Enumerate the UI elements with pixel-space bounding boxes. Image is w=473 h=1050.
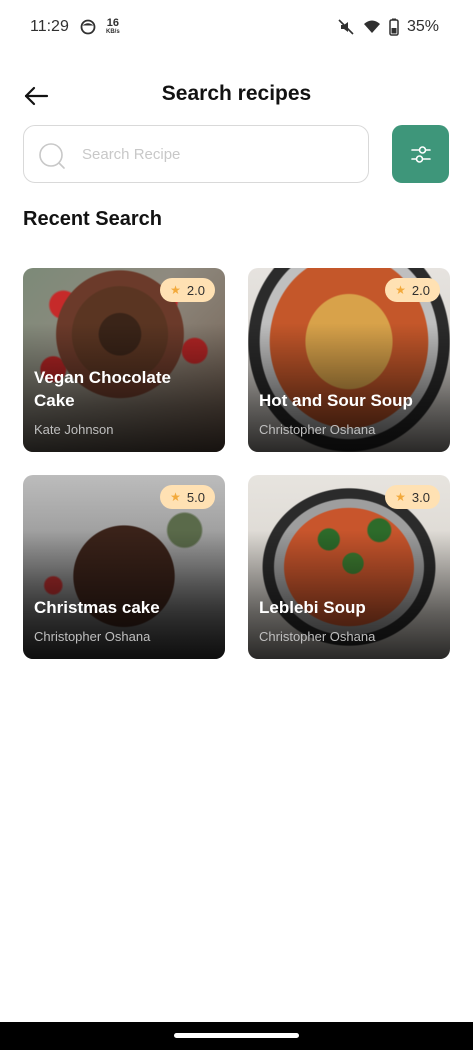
star-icon: ★ — [170, 283, 181, 297]
recent-search-title: Recent Search — [23, 208, 162, 230]
search-input[interactable] — [82, 140, 352, 168]
system-nav-bar — [0, 1022, 473, 1050]
recipe-title: Leblebi Soup — [259, 598, 366, 617]
mute-icon — [338, 19, 354, 35]
star-icon: ★ — [395, 283, 406, 297]
rating-value: 2.0 — [186, 282, 205, 298]
filter-button[interactable] — [392, 125, 449, 183]
rating-value: 2.0 — [411, 282, 430, 298]
rating-badge: ★ 5.0 — [160, 485, 215, 509]
face-icon — [80, 19, 96, 35]
recipe-title: Hot and Sour Soup — [259, 391, 413, 410]
status-bar: 11:29 16 KB/s 35% — [0, 0, 473, 56]
battery-percent: 35% — [406, 18, 439, 35]
rating-value: 3.0 — [411, 489, 430, 505]
search-icon — [39, 143, 65, 169]
recipe-title: Christmas cake — [34, 598, 160, 617]
wifi-icon — [363, 20, 380, 33]
star-icon: ★ — [170, 490, 181, 504]
recipe-author: Christopher Oshana — [34, 629, 151, 644]
status-time: 11:29 — [30, 18, 69, 35]
recipe-card[interactable]: ★ 5.0 Christmas cake Christopher Oshana — [23, 475, 225, 659]
recipe-card[interactable]: ★ 3.0 Leblebi Soup Christopher Oshana — [248, 475, 450, 659]
recipe-card[interactable]: ★ 2.0 Vegan Chocolate Cake Kate Johnson — [23, 268, 225, 452]
recipe-author: Christopher Oshana — [259, 422, 376, 437]
header: Search recipes — [0, 70, 473, 120]
recipe-card[interactable]: ★ 2.0 Hot and Sour Soup Christopher Osha… — [248, 268, 450, 452]
recipe-title: Vegan Chocolate Cake — [34, 368, 171, 410]
home-indicator[interactable] — [174, 1033, 299, 1038]
sliders-icon — [410, 146, 431, 163]
rating-badge: ★ 2.0 — [385, 278, 440, 302]
star-icon: ★ — [395, 490, 406, 504]
network-speed: 16 KB/s — [106, 17, 120, 36]
battery-icon — [389, 18, 399, 36]
search-box[interactable] — [23, 125, 369, 183]
rating-badge: ★ 3.0 — [385, 485, 440, 509]
page-title: Search recipes — [161, 82, 312, 105]
recipe-author: Christopher Oshana — [259, 629, 376, 644]
status-right: 35% — [337, 17, 439, 37]
rating-value: 5.0 — [186, 489, 205, 505]
rating-badge: ★ 2.0 — [160, 278, 215, 302]
recipe-author: Kate Johnson — [34, 422, 114, 437]
